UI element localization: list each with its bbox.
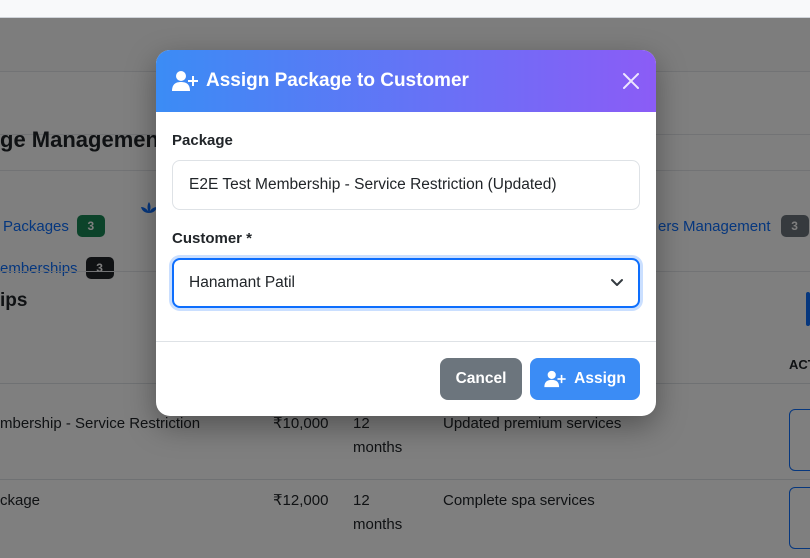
close-icon[interactable] xyxy=(622,72,640,90)
customer-selected-value: Hanamant Patil xyxy=(189,274,295,291)
assign-package-modal: Assign Package to Customer Package E2E T… xyxy=(156,50,656,416)
modal-footer: Cancel Assign xyxy=(156,341,656,416)
user-plus-icon xyxy=(172,71,198,91)
browser-top-strip xyxy=(0,0,810,18)
package-field[interactable]: E2E Test Membership - Service Restrictio… xyxy=(172,160,640,210)
customer-select[interactable]: Hanamant Patil xyxy=(172,258,640,308)
modal-body: Package E2E Test Membership - Service Re… xyxy=(156,112,656,308)
modal-header: Assign Package to Customer xyxy=(156,50,656,112)
assign-button[interactable]: Assign xyxy=(530,358,640,400)
user-plus-icon xyxy=(544,370,566,388)
customer-label: Customer * xyxy=(172,230,253,247)
package-value: E2E Test Membership - Service Restrictio… xyxy=(189,176,557,193)
modal-title: Assign Package to Customer xyxy=(206,70,469,91)
assign-button-label: Assign xyxy=(574,370,626,387)
package-label: Package xyxy=(172,132,233,149)
cancel-button[interactable]: Cancel xyxy=(440,358,522,400)
chevron-down-icon xyxy=(611,279,623,286)
